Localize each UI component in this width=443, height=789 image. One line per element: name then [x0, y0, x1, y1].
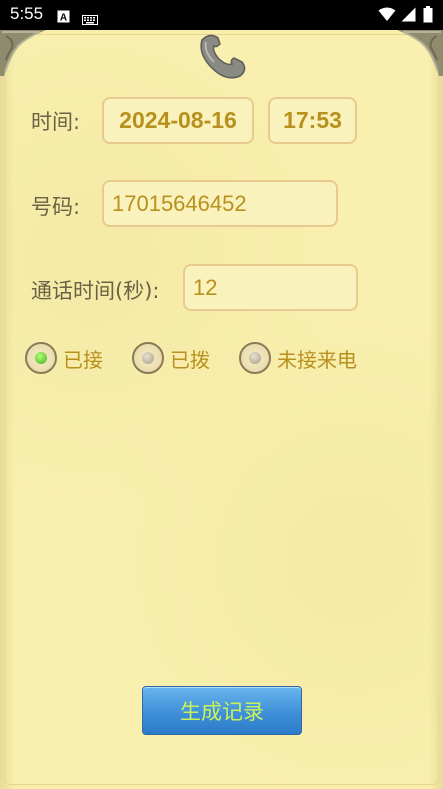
radio-dot [249, 352, 261, 364]
duration-label: 通话时间(秒): [31, 279, 160, 303]
signal-icon [401, 7, 416, 26]
status-bar: 5:55 A [0, 0, 443, 30]
radio-label: 未接来电 [277, 347, 357, 372]
radio-circle [132, 342, 164, 374]
time-label: 时间: [31, 110, 81, 134]
radio-dialed[interactable]: 已拨 [132, 342, 210, 374]
radio-dot-selected [35, 352, 47, 364]
phone-handset-icon [196, 32, 248, 84]
paper-background: 时间: 2024-08-16 17:53 号码: 17015646452 通话时… [0, 30, 443, 789]
keyboard-icon [82, 10, 98, 29]
duration-input[interactable]: 12 [183, 264, 358, 311]
radio-label: 已接 [63, 347, 103, 372]
status-time: 5:55 [10, 4, 44, 23]
corner-ornament-left [0, 30, 46, 80]
date-field[interactable]: 2024-08-16 [102, 97, 254, 144]
corner-ornament-right [397, 30, 443, 80]
radio-dot [142, 352, 154, 364]
number-label: 号码: [31, 195, 81, 219]
wifi-icon [378, 7, 396, 26]
radio-circle [239, 342, 271, 374]
a-notification-icon: A [57, 8, 70, 27]
svg-text:A: A [60, 13, 67, 24]
phone-number-input[interactable]: 17015646452 [102, 180, 338, 227]
radio-missed[interactable]: 未接来电 [239, 342, 357, 374]
time-field[interactable]: 17:53 [268, 97, 357, 144]
generate-record-button[interactable]: 生成记录 [142, 686, 302, 735]
radio-answered[interactable]: 已接 [25, 342, 103, 374]
battery-icon [423, 6, 433, 27]
radio-label: 已拨 [170, 347, 210, 372]
radio-circle [25, 342, 57, 374]
